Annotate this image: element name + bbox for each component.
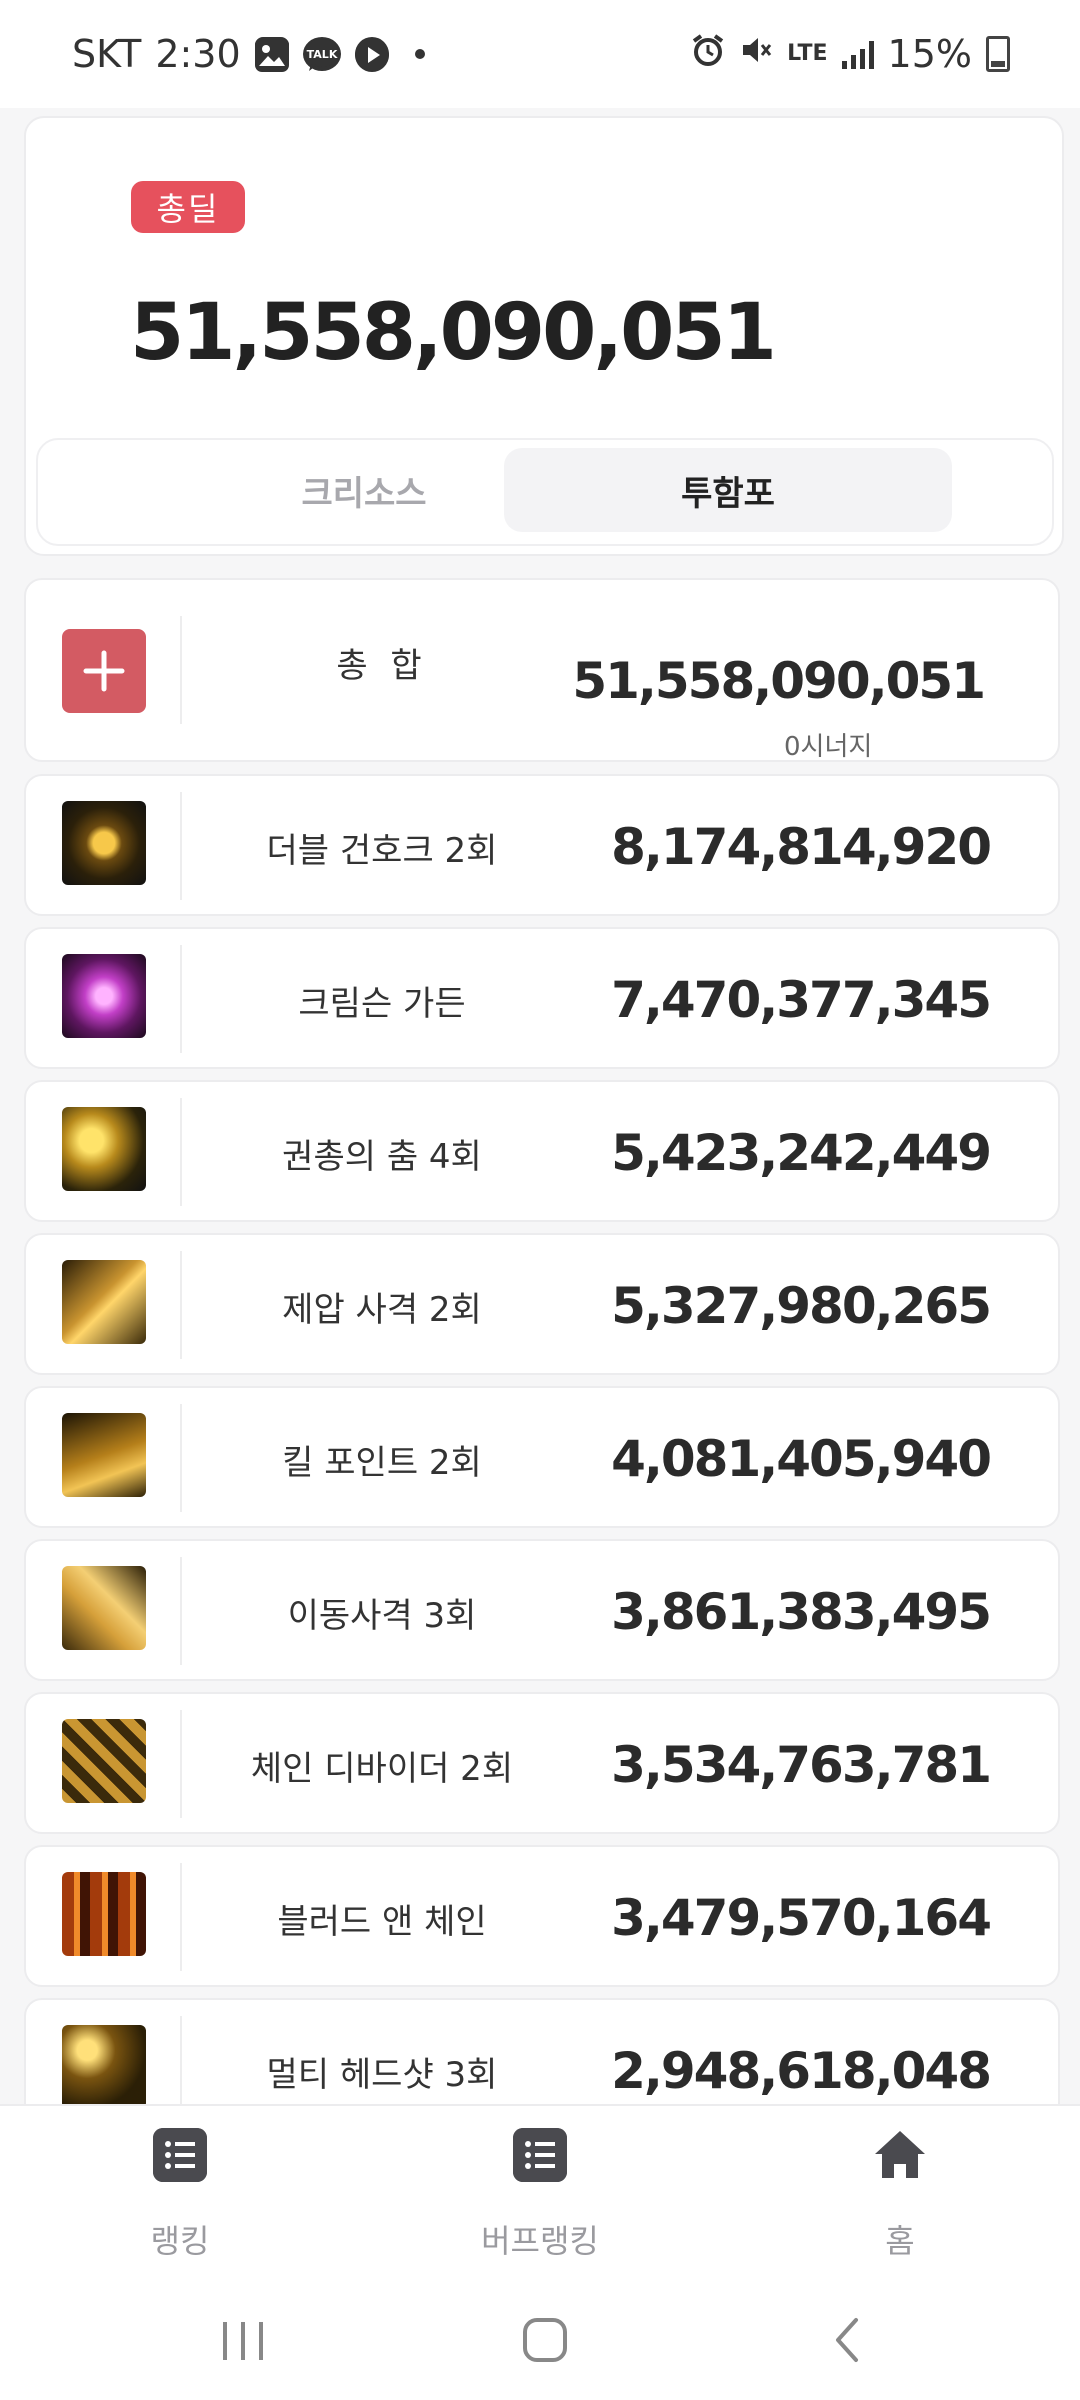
- list-icon: [153, 2128, 207, 2182]
- pistol-dance-icon: [62, 1107, 146, 1191]
- bottom-nav: 랭킹 버프랭킹 홈: [0, 2104, 1080, 2282]
- mute-icon: [739, 32, 773, 76]
- home-icon: [873, 2128, 927, 2182]
- skill-row[interactable]: 더블 건호크 2회 8,174,814,920: [24, 774, 1060, 916]
- total-row-label: 총 합: [336, 645, 428, 686]
- battery-icon: [986, 36, 1010, 72]
- carrier: SKT: [72, 32, 142, 76]
- multi-headshot-icon: [62, 2025, 146, 2109]
- system-nav-bar: [0, 2280, 1080, 2400]
- double-gunhawk-icon: [62, 801, 146, 885]
- skill-row[interactable]: 제압 사격 2회 5,327,980,265: [24, 1233, 1060, 1375]
- skill-name: 킬 포인트 2회: [282, 1442, 482, 1483]
- tab-tuhampo[interactable]: 투함포: [504, 448, 952, 532]
- nav-label: 홈: [885, 2222, 915, 2260]
- total-damage-badge: 총딜: [131, 181, 245, 233]
- nav-buff-ranking[interactable]: 버프랭킹: [390, 2106, 690, 2282]
- skill-row[interactable]: 블러드 앤 체인 3,479,570,164: [24, 1845, 1060, 1987]
- signal-icon: [841, 39, 874, 69]
- tab-chrysos[interactable]: 크리소스: [214, 448, 514, 532]
- alarm-icon: [691, 32, 725, 76]
- skill-name: 블러드 앤 체인: [277, 1901, 487, 1942]
- skill-damage: 3,479,570,164: [611, 1889, 992, 1947]
- skill-name: 더블 건호크 2회: [266, 830, 498, 871]
- lte-icon: LTE: [787, 41, 828, 66]
- status-left: SKT 2:30 TALK: [72, 0, 425, 108]
- skill-name: 권총의 춤 4회: [282, 1136, 482, 1177]
- total-row[interactable]: 총 합 51,558,090,051 0시너지: [24, 578, 1060, 762]
- kill-point-icon: [62, 1413, 146, 1497]
- total-damage-value: 51,558,090,051: [130, 288, 777, 378]
- tab-bar: 크리소스 투함포: [36, 438, 1054, 546]
- skill-damage: 5,327,980,265: [611, 1277, 992, 1335]
- skill-damage: 7,470,377,345: [611, 971, 992, 1029]
- notification-dot-icon: [414, 49, 425, 59]
- status-bar: SKT 2:30 TALK LTE 15%: [0, 0, 1080, 108]
- nav-label: 버프랭킹: [481, 2222, 599, 2260]
- crimson-garden-icon: [62, 954, 146, 1038]
- nav-home[interactable]: 홈: [750, 2106, 1050, 2282]
- list-icon: [513, 2128, 567, 2182]
- nav-ranking[interactable]: 랭킹: [30, 2106, 330, 2282]
- skill-name: 크림슨 가든: [298, 983, 466, 1024]
- back-icon[interactable]: [808, 2310, 888, 2370]
- skill-name: 이동사격 3회: [287, 1595, 477, 1636]
- suppressing-fire-icon: [62, 1260, 146, 1344]
- plus-icon[interactable]: [62, 629, 146, 713]
- skill-row[interactable]: 권총의 춤 4회 5,423,242,449: [24, 1080, 1060, 1222]
- nav-label: 랭킹: [150, 2222, 210, 2260]
- gallery-icon: [254, 37, 289, 72]
- talk-icon: TALK: [302, 37, 341, 71]
- synergy-label: 0시너지: [784, 732, 873, 762]
- recents-icon[interactable]: [203, 2310, 283, 2370]
- total-row-value: 51,558,090,051: [572, 652, 986, 710]
- blood-and-chain-icon: [62, 1872, 146, 1956]
- battery-percent: 15%: [887, 32, 972, 76]
- skill-damage: 4,081,405,940: [611, 1430, 992, 1488]
- skill-damage: 3,861,383,495: [611, 1583, 992, 1641]
- skill-row[interactable]: 체인 디바이더 2회 3,534,763,781: [24, 1692, 1060, 1834]
- skill-name: 체인 디바이더 2회: [250, 1748, 514, 1789]
- total-summary-card: 총딜 51,558,090,051 크리소스 투함포: [24, 116, 1064, 556]
- chain-divider-icon: [62, 1719, 146, 1803]
- home-button-icon[interactable]: [505, 2310, 585, 2370]
- skill-damage: 5,423,242,449: [611, 1124, 992, 1182]
- clock: 2:30: [155, 32, 241, 76]
- talk-icon-text: TALK: [306, 48, 337, 61]
- skill-damage: 8,174,814,920: [611, 818, 992, 876]
- skill-damage: 3,534,763,781: [611, 1736, 992, 1794]
- skill-row[interactable]: 이동사격 3회 3,861,383,495: [24, 1539, 1060, 1681]
- skill-name: 제압 사격 2회: [282, 1289, 482, 1330]
- moving-shot-icon: [62, 1566, 146, 1650]
- status-right: LTE 15%: [691, 0, 1010, 108]
- play-icon: [354, 37, 389, 72]
- skill-row[interactable]: 킬 포인트 2회 4,081,405,940: [24, 1386, 1060, 1528]
- skill-row[interactable]: 크림슨 가든 7,470,377,345: [24, 927, 1060, 1069]
